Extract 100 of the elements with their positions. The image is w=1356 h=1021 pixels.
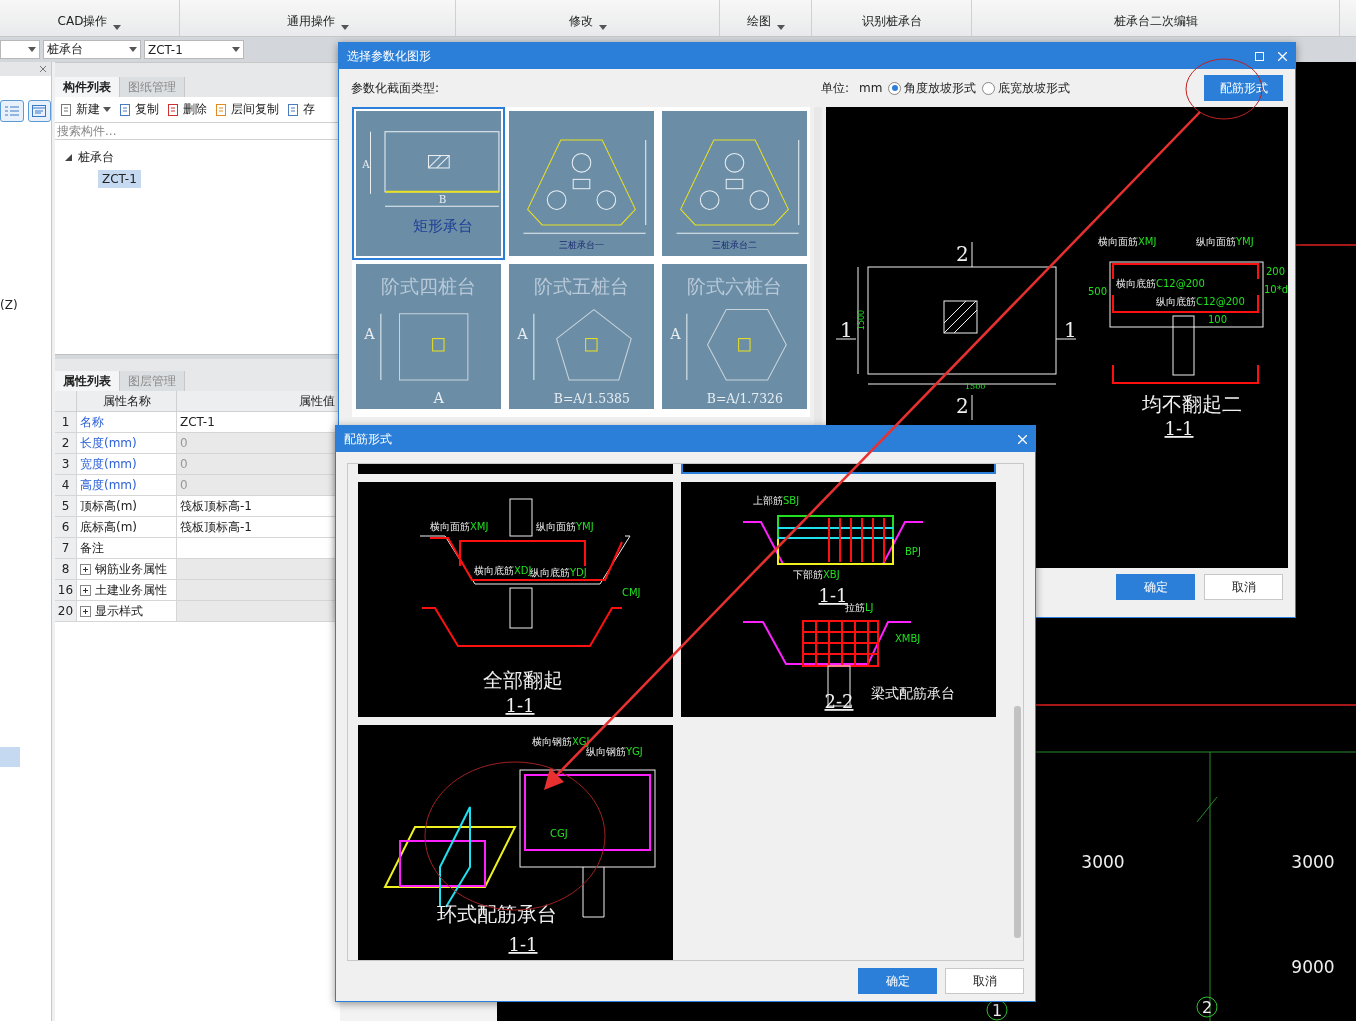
dimension-label: 3000 [1291, 852, 1335, 872]
rebar-label: 纵向面筋YMJ [1196, 236, 1254, 247]
row-number: 1 [55, 412, 77, 433]
property-name: 备注 [77, 538, 177, 559]
dropdown-field[interactable]: 桩承台 [43, 40, 141, 59]
cancel-button[interactable]: 取消 [945, 968, 1024, 994]
rebar-option[interactable]: 横向钢筋XGJ 纵向钢筋YGJ CGJ 环式配筋承台 1-1 [358, 725, 673, 960]
axis-marker: 2 [1196, 996, 1218, 1018]
section-caption: 均不翻起二 [1142, 392, 1242, 416]
dimension-label: 3000 [1081, 852, 1125, 872]
toolbar-button[interactable]: 新建 [60, 101, 111, 118]
rebar-label: 纵向底筋C12@200 [1156, 296, 1245, 307]
expand-icon[interactable] [80, 605, 91, 617]
shape-caption: 阶式六桩台 [687, 276, 782, 297]
cancel-button[interactable]: 取消 [1204, 574, 1283, 600]
selected-row-highlight [0, 747, 20, 767]
option-caption: 梁式配筋承台 [871, 685, 955, 701]
rebar-label: 纵向面筋YMJ [536, 521, 594, 532]
tree-item[interactable]: ZCT-1 [98, 170, 141, 188]
unit-label: 单位: [821, 79, 850, 97]
option-caption: 环式配筋承台 [437, 902, 557, 926]
window-icon [32, 105, 47, 117]
expand-icon[interactable] [80, 563, 91, 575]
form-view-button[interactable] [27, 100, 51, 122]
list-icon [4, 105, 19, 117]
dropdown-field[interactable] [0, 40, 40, 59]
shape-caption: 阶式四桩台 [381, 276, 476, 297]
dimension-label: 9000 [1291, 957, 1335, 977]
caret-icon [28, 47, 36, 52]
row-number: 7 [55, 538, 77, 559]
save-icon [287, 102, 300, 117]
toolbar-button[interactable]: 删除 [167, 101, 207, 118]
row-number: 16 [55, 580, 77, 601]
ribbon-group-label: 绘图 [746, 13, 771, 30]
panel-tab[interactable]: 构件列表 [55, 77, 120, 97]
section-mark: 1 [1064, 318, 1077, 342]
unit-value: mm [859, 81, 883, 95]
panel-tab[interactable]: 属性列表 [55, 371, 120, 391]
toolbar-button[interactable]: 复制 [119, 101, 159, 118]
dimension-label: 1500 [965, 382, 986, 391]
caret-icon [129, 47, 137, 52]
rebar-label: CMJ [622, 587, 641, 598]
dropdown-field[interactable]: ZCT-1 [144, 40, 244, 59]
option-caption: 全部翻起 [483, 668, 563, 692]
shape-caption: 三桩承台一 [559, 238, 604, 250]
radio-option[interactable]: 角度放坡形式 [888, 79, 977, 97]
property-name: 宽度(mm) [77, 454, 177, 475]
ribbon-group-label: 通用操作 [286, 13, 335, 30]
dimension-label: B [438, 193, 447, 206]
row-number: 6 [55, 517, 77, 538]
rebar-label: BPJ [905, 546, 921, 557]
column-header: 属性值 [298, 392, 335, 410]
ribbon-group-label: 识别桩承台 [861, 13, 922, 30]
rebar-label: XMBJ [895, 633, 921, 644]
toolbar-button[interactable]: 层间复制 [215, 101, 279, 118]
rebar-label: 500 [1088, 286, 1108, 297]
caret-icon [232, 47, 240, 52]
row-number: 3 [55, 454, 77, 475]
rebar-form-button[interactable]: 配筋形式 [1204, 75, 1283, 101]
rebar-option[interactable] [681, 464, 996, 474]
window-title: 选择参数化图形 [347, 47, 431, 65]
section-label: 参数化截面类型: [351, 79, 441, 97]
rebar-label: 纵向钢筋YGJ [586, 746, 643, 757]
toolbar-button[interactable]: 存 [287, 101, 315, 118]
dimension-label: A [362, 157, 370, 170]
ribbon-group-label: 桩承台二次编辑 [1113, 13, 1198, 30]
ok-button[interactable]: 确定 [858, 968, 937, 994]
expand-icon[interactable] [80, 584, 91, 596]
ok-button[interactable]: 确定 [1116, 574, 1195, 600]
rebar-label: 纵向底筋YDJ [530, 567, 587, 578]
search-field[interactable]: 搜索构件... [55, 122, 340, 140]
rebar-label: 下部筋XBJ [793, 569, 840, 580]
row-number: 5 [55, 496, 77, 517]
property-name: 名称 [77, 412, 177, 433]
row-number: 20 [55, 601, 77, 622]
shape-caption: 矩形承台 [413, 218, 473, 235]
dimension-label: A [364, 325, 375, 342]
radio-option[interactable]: 底宽放坡形式 [982, 79, 1071, 97]
column-header: 属性名称 [102, 392, 151, 410]
row-number: 8 [55, 559, 77, 580]
row-number: 4 [55, 475, 77, 496]
property-name: 顶标高(m) [77, 496, 177, 517]
close-icon[interactable] [39, 65, 47, 73]
rebar-label: 横向底筋XDJ [474, 565, 532, 576]
rebar-label: 横向面筋XMJ [1098, 236, 1157, 247]
rebar-label: 上部筋SBJ [753, 495, 800, 506]
rebar-label: 拉筋LJ [845, 602, 874, 613]
collapse-triangle-icon[interactable] [65, 153, 72, 161]
property-name: 高度(mm) [77, 475, 177, 496]
delete-icon [167, 102, 180, 117]
rebar-option[interactable]: 上部筋SBJ 下部筋XBJ 拉筋LJ BPJ XMBJ 梁式配筋承台 1-1 2-2 [681, 482, 996, 717]
rebar-option[interactable]: 横向面筋XMJ 纵向面筋YMJ 横向底筋XDJ纵向底筋YDJ CMJ 全部翻起 1-1 [358, 482, 673, 717]
ribbon-group-label: CAD操作 [57, 13, 108, 30]
window-title: 配筋形式 [344, 430, 392, 448]
tree-item[interactable]: 桩承台 [78, 148, 114, 166]
maximize-icon[interactable] [1255, 51, 1264, 61]
copy-icon [119, 102, 132, 117]
list-view-button[interactable] [0, 100, 24, 122]
layer-label: (Z) [0, 298, 19, 312]
scrollbar-thumb[interactable] [1014, 706, 1022, 938]
